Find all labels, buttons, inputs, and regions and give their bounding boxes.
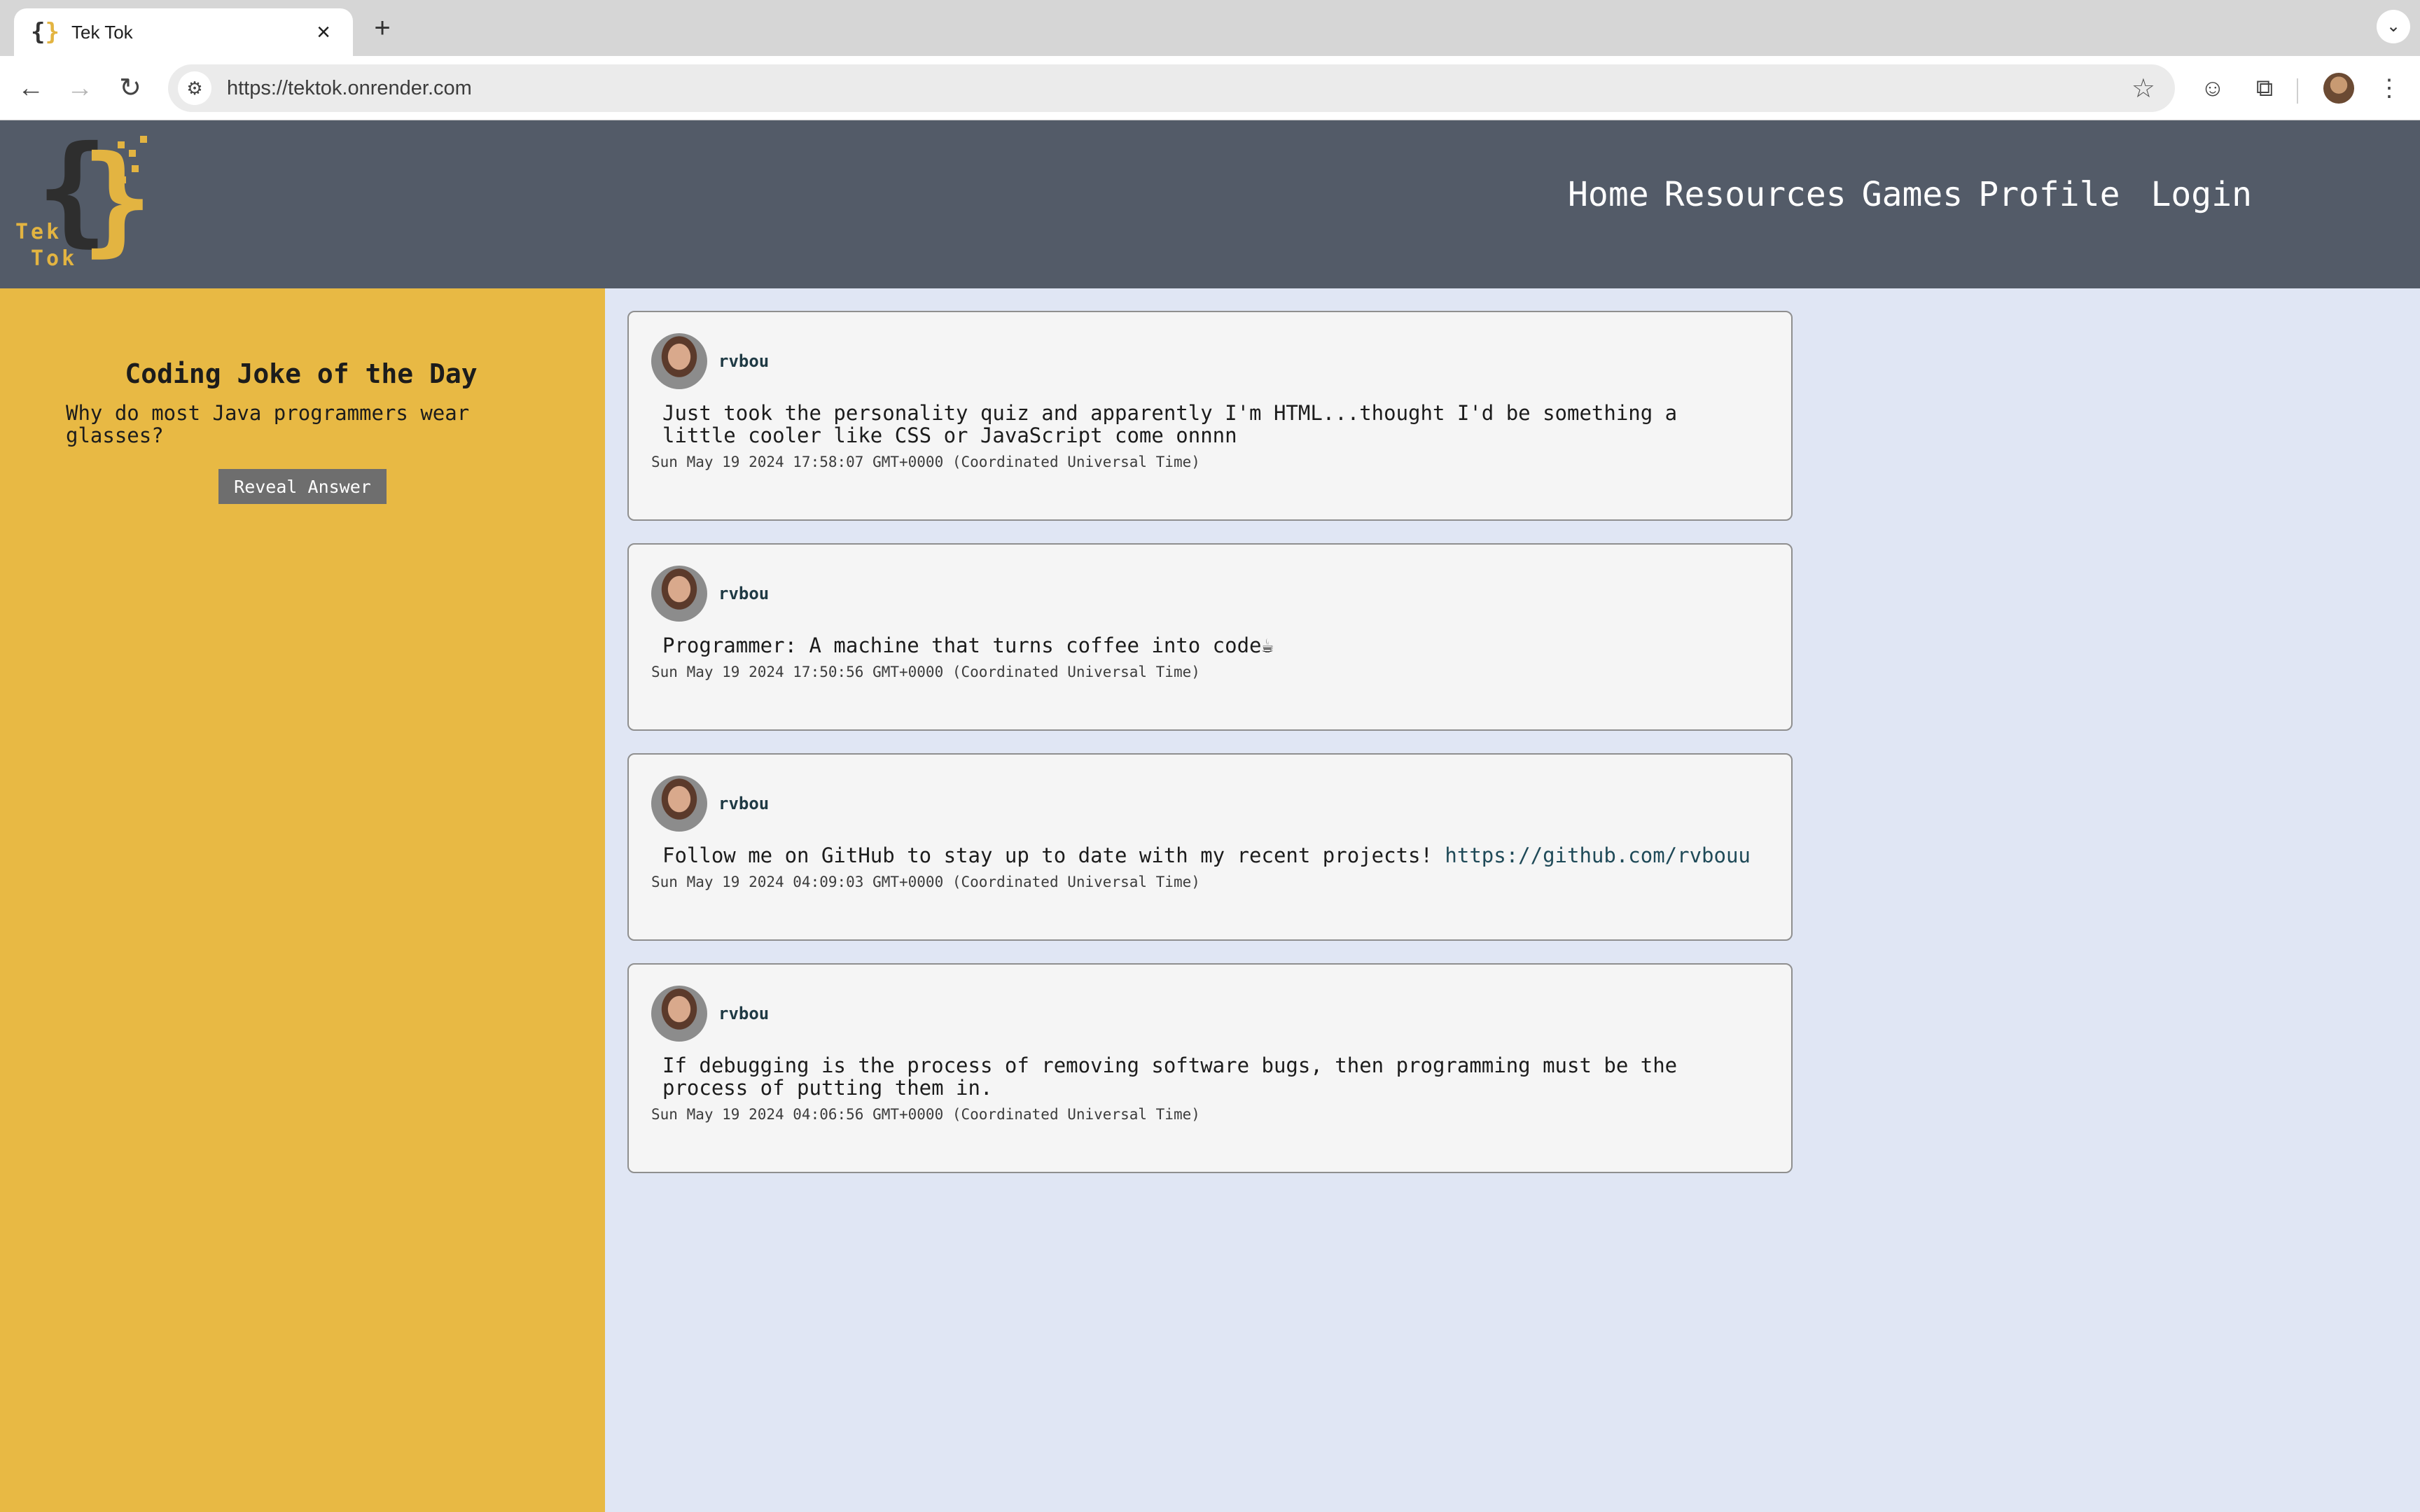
post-header: rvbou <box>651 986 1769 1042</box>
post-text: If debugging is the process of removing … <box>662 1054 1678 1100</box>
logo-pixel <box>132 165 139 172</box>
post-card: rvbou Follow me on GitHub to stay up to … <box>627 753 1793 941</box>
post-timestamp: Sun May 19 2024 17:50:56 GMT+0000 (Coord… <box>651 664 1200 680</box>
forward-arrow-icon[interactable]: → <box>60 69 99 108</box>
post-card: rvbou Just took the personality quiz and… <box>627 311 1793 521</box>
extension-cat-icon[interactable]: ☺ <box>2196 71 2230 105</box>
logo-pixel <box>129 150 136 157</box>
post-username[interactable]: rvbou <box>718 794 769 813</box>
browser-menu-icon[interactable]: ⋮ <box>2375 73 2403 104</box>
github-link[interactable]: https://github.com/rvbouu <box>1445 844 1751 867</box>
logo-pixel <box>119 176 126 183</box>
post-feed: rvbou Just took the personality quiz and… <box>627 311 1793 1196</box>
browser-tab[interactable]: {} Tek Tok × <box>14 8 353 56</box>
logo-pixel <box>140 136 147 143</box>
post-text: Just took the personality quiz and appar… <box>662 401 1678 447</box>
post-text-body: Follow me on GitHub to stay up to date w… <box>662 844 1445 867</box>
user-avatar[interactable] <box>651 333 707 389</box>
post-header: rvbou <box>651 776 1769 832</box>
nav-home-link[interactable]: Home <box>1568 175 1649 214</box>
user-avatar[interactable] <box>651 776 707 832</box>
site-favicon-icon: {} <box>31 18 60 46</box>
new-tab-icon[interactable]: + <box>367 13 398 43</box>
back-arrow-icon[interactable]: ← <box>11 69 50 108</box>
url-text[interactable]: https://tektok.onrender.com <box>227 77 2132 100</box>
post-header: rvbou <box>651 333 1769 389</box>
nav-games-link[interactable]: Games <box>1862 175 1963 214</box>
post-username[interactable]: rvbou <box>718 584 769 603</box>
nav-profile-link[interactable]: Profile <box>1978 175 2120 214</box>
logo-brace-right: } <box>81 130 153 269</box>
tab-title: Tek Tok <box>71 21 133 43</box>
nav-resources-link[interactable]: Resources <box>1664 175 1847 214</box>
post-timestamp: Sun May 19 2024 04:06:56 GMT+0000 (Coord… <box>651 1106 1200 1123</box>
post-card: rvbou Programmer: A machine that turns c… <box>627 543 1793 731</box>
bookmark-star-icon[interactable]: ☆ <box>2132 73 2155 104</box>
post-text: Programmer: A machine that turns coffee … <box>662 634 1274 657</box>
extensions-puzzle-icon[interactable]: ⧉ <box>2248 71 2281 105</box>
site-header: { } Tek Tok Home Resources Games Profile… <box>0 120 2420 288</box>
tab-search-chevron-icon[interactable]: ⌄ <box>2377 10 2410 43</box>
nav-login-link[interactable]: Login <box>2151 175 2253 214</box>
reload-icon[interactable]: ↻ <box>111 69 150 108</box>
joke-title: Coding Joke of the Day <box>125 358 478 389</box>
post-card: rvbou If debugging is the process of rem… <box>627 963 1793 1173</box>
reveal-answer-button[interactable]: Reveal Answer <box>218 469 387 504</box>
logo-pixel <box>118 141 125 148</box>
tektok-logo[interactable]: { } Tek Tok <box>13 130 153 274</box>
post-text: Follow me on GitHub to stay up to date w… <box>662 844 1755 867</box>
logo-text-tek: Tek <box>15 220 62 244</box>
post-timestamp: Sun May 19 2024 17:58:07 GMT+0000 (Coord… <box>651 454 1200 470</box>
browser-toolbar: ← → ↻ ⚙ https://tektok.onrender.com ☆ ☺ … <box>0 56 2420 120</box>
user-avatar[interactable] <box>651 566 707 622</box>
user-avatar[interactable] <box>651 986 707 1042</box>
post-timestamp: Sun May 19 2024 04:09:03 GMT+0000 (Coord… <box>651 874 1200 890</box>
post-header: rvbou <box>651 566 1769 622</box>
joke-question: Why do most Java programmers wear glasse… <box>66 401 470 447</box>
joke-sidebar: Coding Joke of the Day Why do most Java … <box>0 288 605 1512</box>
toolbar-divider <box>2297 78 2298 104</box>
logo-text-tok: Tok <box>31 246 78 271</box>
site-info-icon[interactable]: ⚙ <box>178 71 211 105</box>
main-nav: Home Resources Games Profile Login <box>1568 175 2252 214</box>
close-tab-icon[interactable]: × <box>311 19 336 46</box>
browser-profile-avatar[interactable] <box>2323 73 2354 104</box>
post-username[interactable]: rvbou <box>718 1004 769 1023</box>
address-bar[interactable]: ⚙ https://tektok.onrender.com ☆ <box>168 64 2175 112</box>
post-username[interactable]: rvbou <box>718 351 769 371</box>
browser-tab-strip: {} Tek Tok × + ⌄ <box>0 0 2420 56</box>
